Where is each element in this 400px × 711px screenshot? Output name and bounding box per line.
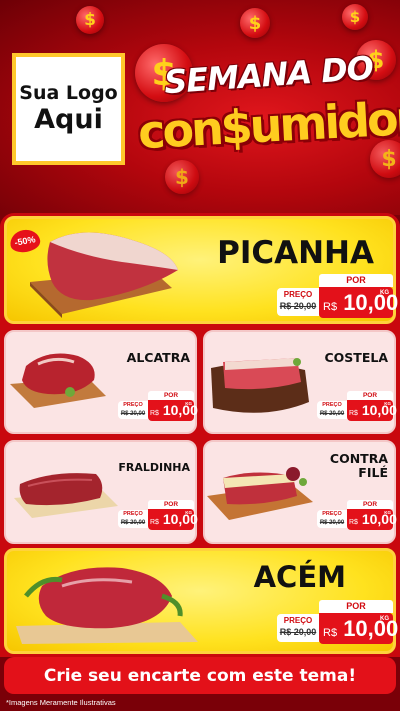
price-tag: POR PREÇO R$ 20,00 R$ 10,00 KG xyxy=(118,500,198,531)
currency: R$ xyxy=(150,519,159,526)
old-price-box: PREÇO R$ 20,00 xyxy=(317,401,347,419)
preco-label: PREÇO xyxy=(322,402,342,408)
logo-placeholder: Sua Logo Aqui xyxy=(12,53,125,165)
new-price-box: R$ 10,00 KG xyxy=(148,400,198,421)
old-price-box: PREÇO R$ 20,00 xyxy=(277,288,319,316)
price-tag: POR PREÇO R$ 20,00 R$ 10,00 KG xyxy=(277,274,398,320)
contra-file-image xyxy=(207,467,313,520)
product-name: CONTRA FILÉ xyxy=(318,452,388,480)
currency: R$ xyxy=(323,627,338,639)
product-name: FRALDINHA xyxy=(118,461,190,474)
old-price: R$ 20,00 xyxy=(319,410,345,417)
old-price: R$ 20,00 xyxy=(120,519,146,526)
logo-line-2: Aqui xyxy=(34,104,103,136)
unit-label: KG xyxy=(384,401,391,406)
new-price: 10,00 xyxy=(162,402,198,418)
coin-icon: $ xyxy=(342,4,368,30)
cta-banner: Crie seu encarte com este tema! xyxy=(4,657,396,694)
old-price-box: PREÇO R$ 20,00 xyxy=(317,510,347,528)
acem-image xyxy=(16,567,198,644)
hero-banner: $ $ $ $ $ $ $ Sua Logo Aqui SEMANA DO co… xyxy=(0,0,400,215)
product-name-line-1: CONTRA xyxy=(329,451,388,466)
new-price-box: R$ 10,00 KG xyxy=(148,509,198,530)
currency: R$ xyxy=(349,410,358,417)
logo-line-1: Sua Logo xyxy=(19,81,118,104)
old-price: R$ 20,00 xyxy=(120,410,146,417)
alcatra-image xyxy=(10,353,106,408)
preco-label: PREÇO xyxy=(283,616,313,625)
unit-label: KG xyxy=(185,401,192,406)
new-price: 10,00 xyxy=(162,511,198,527)
old-price: R$ 20,00 xyxy=(279,627,317,637)
unit-label: KG xyxy=(384,510,391,515)
unit-label: KG xyxy=(185,510,192,515)
product-name: COSTELA xyxy=(324,350,388,365)
coin-icon: $ xyxy=(240,8,270,38)
unit-label: KG xyxy=(380,616,389,622)
campaign-title-line-1: SEMANA DO xyxy=(162,48,375,102)
product-name: ALCATRA xyxy=(126,350,190,365)
product-name-line-2: FILÉ xyxy=(358,464,388,480)
costela-image xyxy=(211,358,309,413)
price-tag: POR PREÇO R$ 20,00 R$ 10,00 KG xyxy=(277,600,398,646)
preco-label: PREÇO xyxy=(123,402,143,408)
new-price-box: R$ 10,00 KG xyxy=(319,613,398,644)
price-tag: POR PREÇO R$ 20,00 R$ 10,00 KG xyxy=(317,391,397,422)
new-price: 10,00 xyxy=(361,402,397,418)
new-price-box: R$ 10,00 KG xyxy=(347,400,397,421)
old-price-box: PREÇO R$ 20,00 xyxy=(118,401,148,419)
product-name: PICANHA xyxy=(217,235,374,271)
currency: R$ xyxy=(349,519,358,526)
old-price: R$ 20,00 xyxy=(319,519,345,526)
fraldinha-image xyxy=(14,473,118,518)
new-price: 10,00 xyxy=(361,511,397,527)
picanha-image xyxy=(30,232,178,318)
price-tag: POR PREÇO R$ 20,00 R$ 10,00 KG xyxy=(118,391,198,422)
preco-label: PREÇO xyxy=(283,290,313,299)
old-price: R$ 20,00 xyxy=(279,301,317,311)
preco-label: PREÇO xyxy=(322,511,342,517)
campaign-title-line-2: con$umidor xyxy=(136,90,400,160)
new-price-box: R$ 10,00 KG xyxy=(347,509,397,530)
price-tag: POR PREÇO R$ 20,00 R$ 10,00 KG xyxy=(317,500,397,531)
currency: R$ xyxy=(323,301,338,313)
coin-icon: $ xyxy=(165,160,199,194)
new-price-box: R$ 10,00 KG xyxy=(319,287,398,318)
preco-label: PREÇO xyxy=(123,511,143,517)
unit-label: KG xyxy=(380,290,389,296)
new-price: 10,00 xyxy=(343,290,399,315)
coin-icon: $ xyxy=(76,6,104,34)
product-name: ACÉM xyxy=(253,560,346,594)
currency: R$ xyxy=(150,410,159,417)
old-price-box: PREÇO R$ 20,00 xyxy=(118,510,148,528)
old-price-box: PREÇO R$ 20,00 xyxy=(277,614,319,642)
disclaimer: *Imagens Meramente Ilustrativas xyxy=(6,698,116,707)
new-price: 10,00 xyxy=(343,616,399,641)
